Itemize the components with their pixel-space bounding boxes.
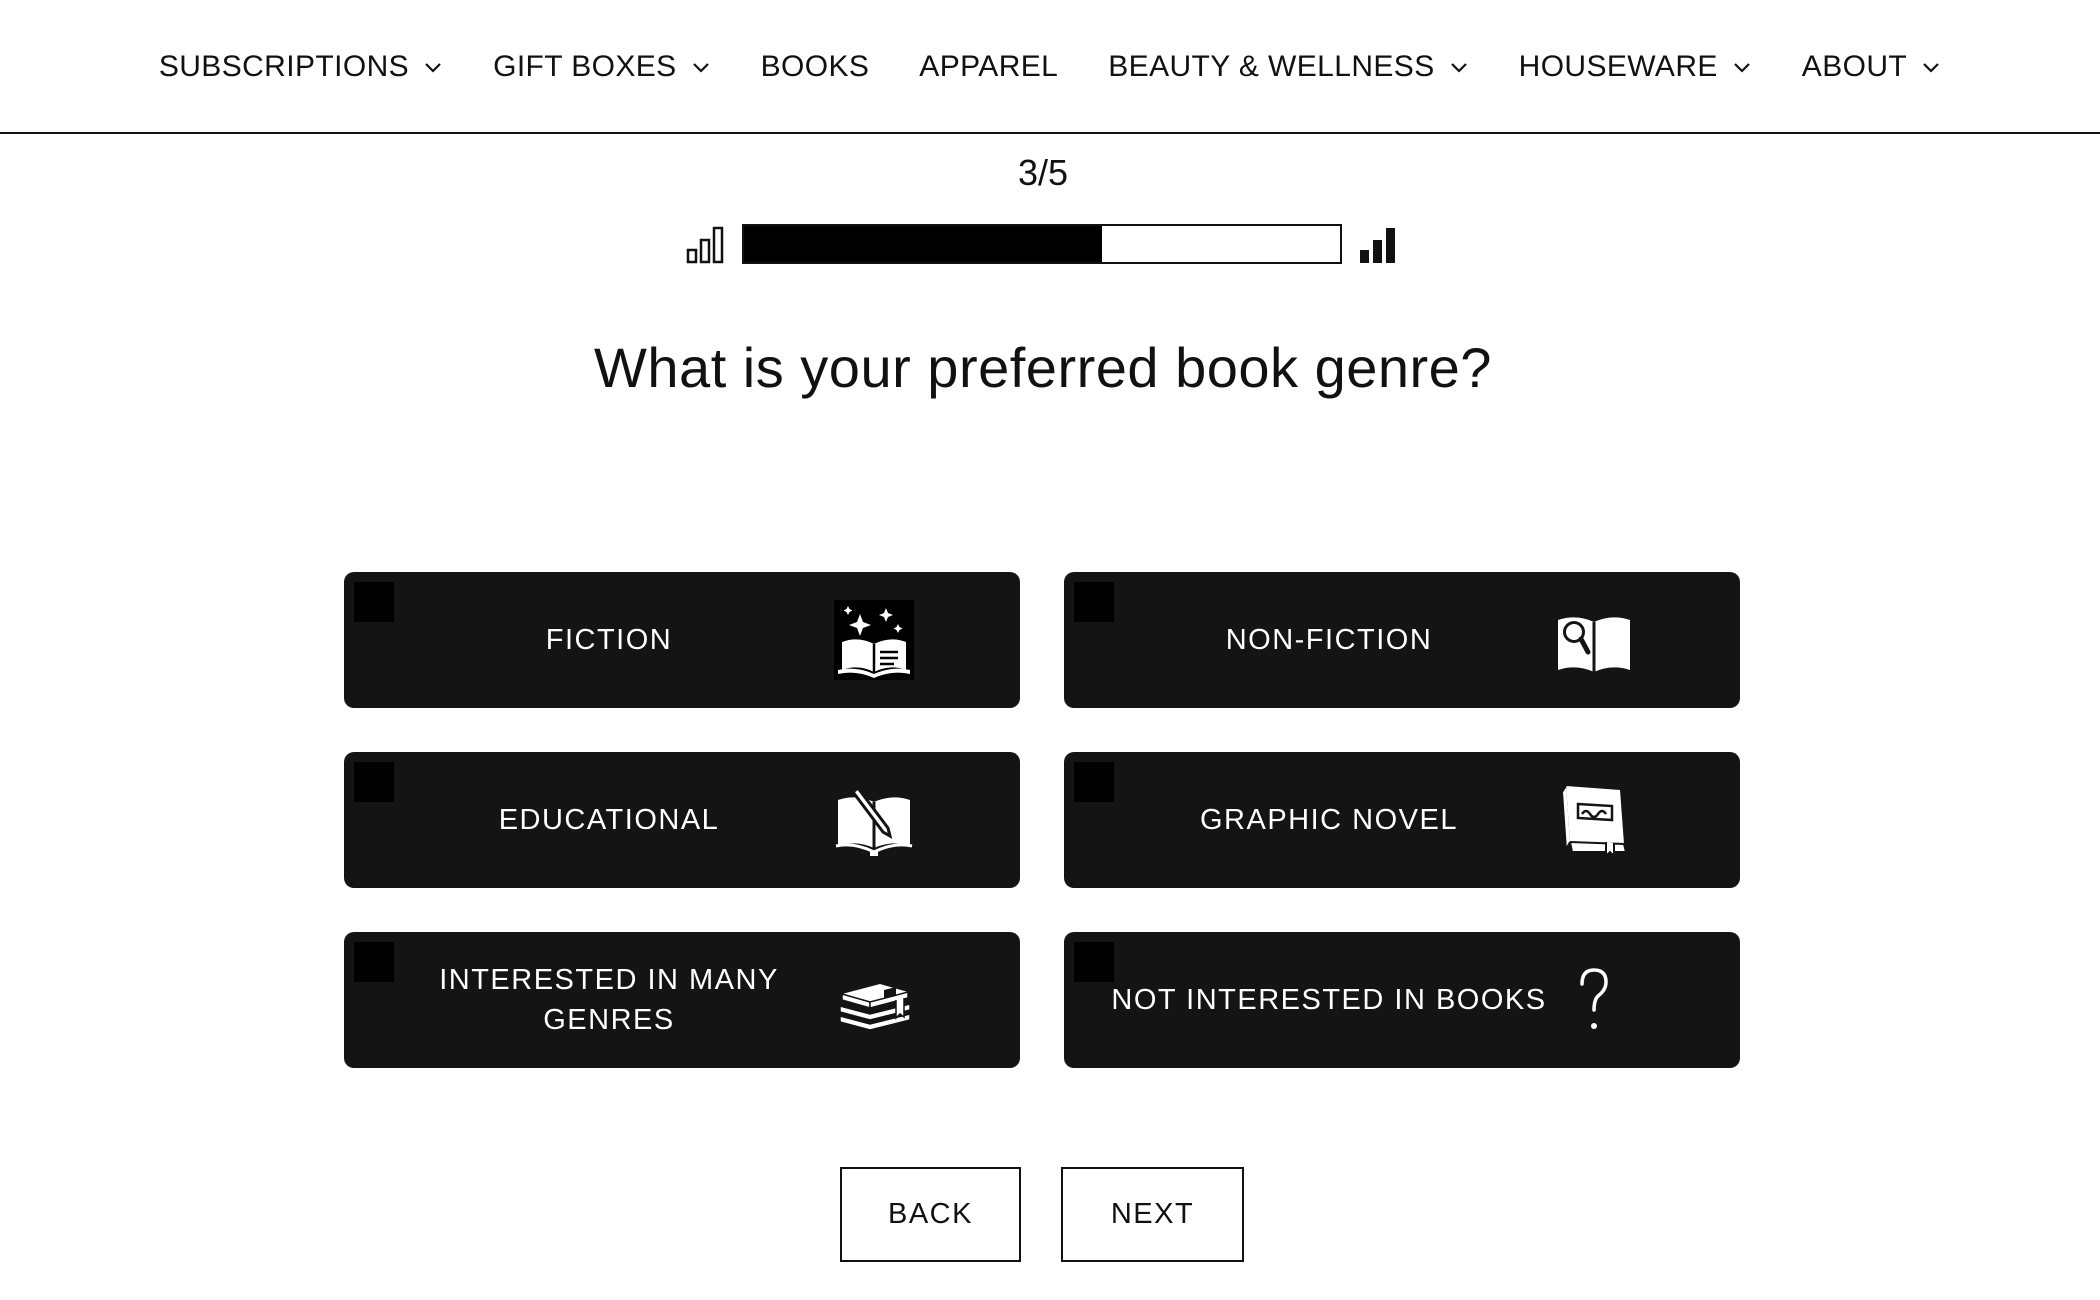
back-button[interactable]: BACK	[840, 1167, 1021, 1262]
next-button[interactable]: NEXT	[1061, 1167, 1244, 1262]
question-title: What is your preferred book genre?	[594, 336, 1492, 399]
option-non-fiction[interactable]: NON-FICTION	[1064, 572, 1740, 708]
progress-bar-fill	[744, 226, 1102, 262]
signal-bars-low-icon	[686, 226, 724, 264]
next-button-label: NEXT	[1110, 1198, 1195, 1230]
nav-item-apparel[interactable]: APPAREL	[919, 50, 1058, 84]
option-label: NOT INTERESTED IN BOOKS	[1111, 984, 1547, 1016]
comic-book-icon	[1554, 780, 1634, 860]
option-graphic-novel[interactable]: GRAPHIC NOVEL	[1064, 752, 1740, 888]
question-mark-icon	[1554, 960, 1634, 1040]
option-label: GRAPHIC NOVEL	[1200, 804, 1458, 836]
chevron-down-icon	[1450, 63, 1467, 73]
magic-book-icon	[834, 600, 914, 680]
signal-bars-high-icon	[1360, 228, 1395, 263]
option-many-genres[interactable]: INTERESTED IN MANY GENRES	[344, 932, 1020, 1068]
book-magnifier-icon	[1554, 600, 1634, 680]
option-label: FICTION	[545, 624, 673, 656]
nav-item-subscriptions[interactable]: SUBSCRIPTIONS	[159, 50, 443, 84]
nav-item-label: BEAUTY & WELLNESS	[1108, 50, 1435, 83]
nav-item-label: HOUSEWARE	[1518, 50, 1718, 83]
option-educational[interactable]: EDUCATIONAL	[344, 752, 1020, 888]
nav-item-label: GIFT BOXES	[493, 50, 677, 83]
nav-item-gift-boxes[interactable]: GIFT BOXES	[493, 50, 711, 84]
nav-item-books[interactable]: BOOKS	[761, 50, 870, 84]
option-not-interested[interactable]: NOT INTERESTED IN BOOKS	[1064, 932, 1740, 1068]
option-label: NON-FICTION	[1225, 624, 1433, 656]
nav-list: SUBSCRIPTIONS GIFT BOXES BOOKS APPAREL B…	[159, 50, 1941, 84]
nav-item-label: APPAREL	[919, 50, 1059, 83]
nav-item-houseware[interactable]: HOUSEWARE	[1519, 50, 1752, 84]
chevron-down-icon	[1734, 63, 1750, 73]
chevron-down-icon	[692, 63, 709, 73]
progress-indicator	[686, 222, 1398, 266]
option-label: INTERESTED IN MANY GENRES	[439, 964, 779, 1036]
option-label: EDUCATIONAL	[498, 804, 720, 836]
chevron-down-icon	[1923, 63, 1939, 73]
book-stack-icon	[834, 960, 914, 1040]
option-fiction[interactable]: FICTION	[344, 572, 1020, 708]
book-pencil-icon	[834, 780, 914, 860]
nav-item-label: ABOUT	[1801, 50, 1908, 83]
nav-item-label: SUBSCRIPTIONS	[158, 50, 410, 83]
nav-item-about[interactable]: ABOUT	[1802, 50, 1941, 84]
nav-item-beauty-wellness[interactable]: BEAUTY & WELLNESS	[1108, 50, 1468, 84]
nav-item-label: BOOKS	[760, 50, 870, 83]
step-counter: 3/5	[1017, 152, 1069, 193]
top-navigation: SUBSCRIPTIONS GIFT BOXES BOOKS APPAREL B…	[0, 0, 2100, 134]
back-button-label: BACK	[888, 1198, 973, 1230]
progress-bar	[742, 224, 1342, 264]
chevron-down-icon	[425, 63, 441, 73]
